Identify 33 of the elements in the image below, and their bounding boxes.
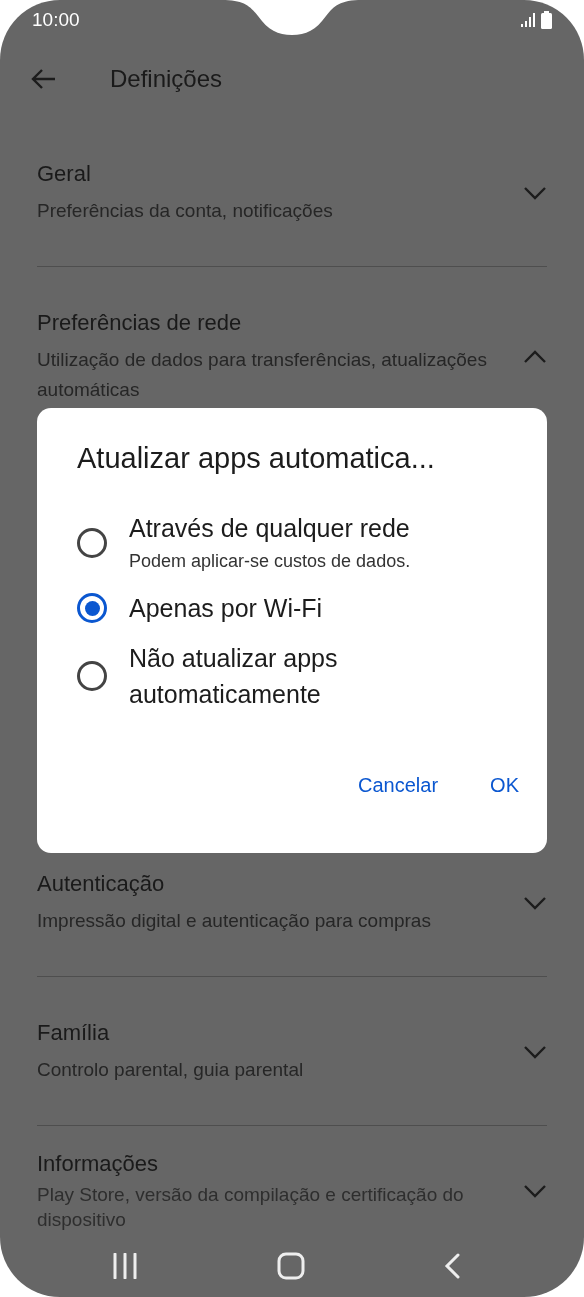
option-description: Podem aplicar-se custos de dados. bbox=[129, 550, 412, 573]
chevron-down-icon[interactable] bbox=[523, 1045, 547, 1059]
option-label: Através de qualquer rede bbox=[129, 513, 411, 544]
dialog-button[interactable]: Cancelar bbox=[344, 762, 453, 808]
section-subtitle: Controlo parental, guia parental bbox=[37, 1058, 305, 1082]
home-icon[interactable] bbox=[277, 1252, 305, 1280]
back-arrow-icon[interactable] bbox=[30, 68, 56, 90]
radio-button[interactable] bbox=[77, 528, 107, 558]
section-title: Preferências de rede bbox=[37, 309, 243, 337]
section-title: Família bbox=[37, 1019, 111, 1047]
option-label: Apenas por Wi-Fi bbox=[129, 593, 324, 624]
battery-icon bbox=[541, 11, 552, 29]
radio-button[interactable] bbox=[77, 661, 107, 691]
back-icon[interactable] bbox=[444, 1253, 460, 1279]
option-label: Não atualizar apps automaticamente bbox=[129, 643, 339, 710]
section-title: Autenticação bbox=[37, 870, 166, 898]
dialog-title: Atualizar apps automatica... bbox=[77, 441, 436, 476]
status-time: 10:00 bbox=[32, 7, 80, 32]
chevron-down-icon[interactable] bbox=[523, 896, 547, 910]
section-subtitle: Play Store, versão da compilação e certificação do dispositivo bbox=[37, 1183, 465, 1232]
chevron-down-icon[interactable] bbox=[523, 1184, 547, 1198]
section-title: Informações bbox=[37, 1150, 160, 1178]
radio-button[interactable] bbox=[77, 593, 107, 623]
signal-icon bbox=[521, 13, 535, 27]
recent-apps-icon[interactable] bbox=[112, 1253, 138, 1279]
section-subtitle: Utilização de dados para transferências, atualizações automáticas bbox=[37, 348, 488, 402]
chevron-up-icon[interactable] bbox=[523, 350, 547, 364]
section-title: Geral bbox=[37, 160, 92, 188]
page-title: Definições bbox=[110, 64, 223, 94]
dialog-button[interactable]: OK bbox=[476, 762, 533, 808]
section-subtitle: Impressão digital e autenticação para compras bbox=[37, 909, 432, 933]
section-subtitle: Preferências da conta, notificações bbox=[37, 199, 334, 223]
chevron-down-icon[interactable] bbox=[523, 186, 547, 200]
